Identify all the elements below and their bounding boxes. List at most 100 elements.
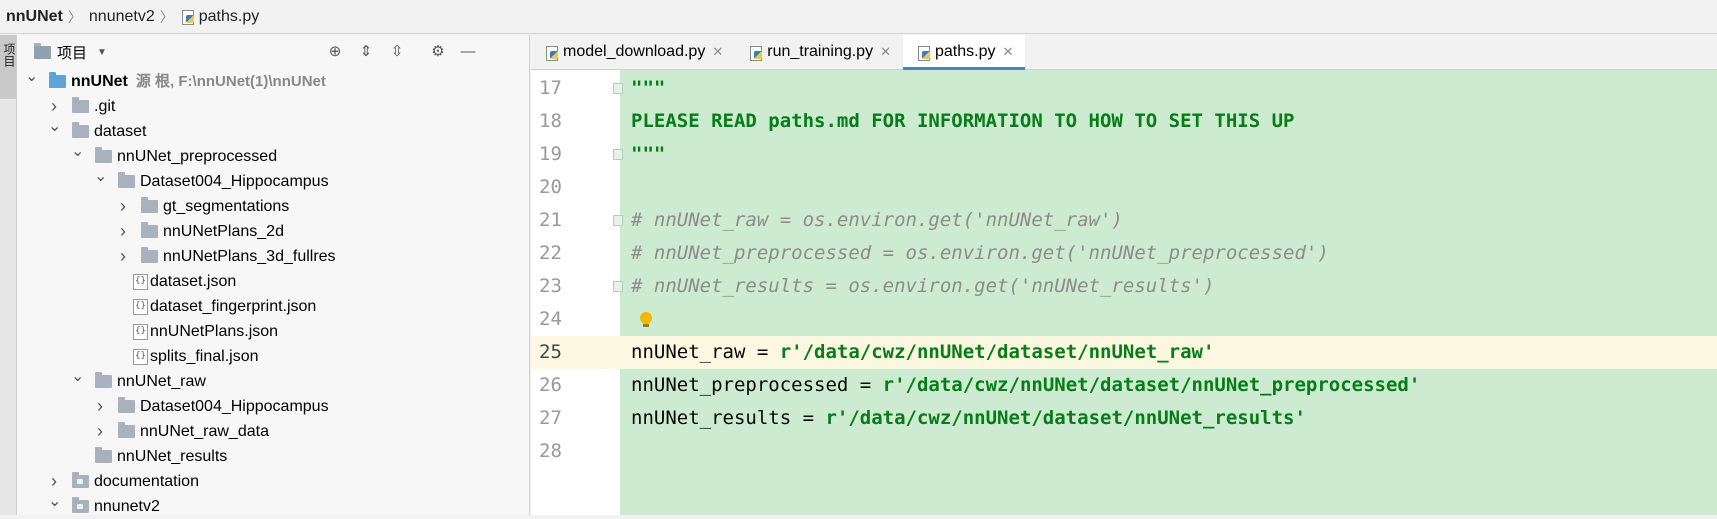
line-number: 17 — [539, 77, 562, 99]
package-folder-icon — [72, 472, 89, 488]
project-tree: ⌄ nnUNet 源 根, F:\nnUNet(1)\nnUNet › .git ⌄ dat… — [17, 68, 530, 519]
code-line[interactable]: 21 # nnUNet_raw = os.environ.get('nnUNet_… — [531, 204, 1717, 237]
tree-item[interactable]: › gt_segmentations — [17, 194, 530, 219]
chevron-down-icon[interactable]: ⌄ — [25, 64, 38, 89]
close-icon[interactable]: ✕ — [880, 44, 891, 60]
code-line[interactable]: 17 """ — [531, 72, 1717, 105]
fold-marker-icon[interactable] — [613, 149, 623, 160]
chevron-down-icon[interactable]: ⌄ — [94, 164, 107, 189]
code-line[interactable]: 24 — [531, 303, 1717, 336]
locate-icon[interactable]: ⊕ — [325, 42, 345, 62]
tree-item[interactable]: › documentation — [17, 469, 530, 494]
code-line[interactable]: 26 nnUNet_preprocessed = r'/data/cwz/nnUN… — [531, 369, 1717, 402]
folder-icon — [95, 447, 112, 463]
line-number: 18 — [539, 110, 562, 132]
editor-tab[interactable]: paths.py ✕ — [902, 35, 1026, 70]
fold-marker-icon[interactable] — [613, 215, 623, 226]
line-number: 20 — [539, 176, 562, 198]
code-text: # nnUNet_raw = os.environ.get('nnUNet_ra… — [631, 209, 1123, 231]
chevron-down-icon[interactable]: ⌄ — [71, 364, 84, 389]
tree-item[interactable]: nnUNet_results — [17, 444, 530, 469]
python-file-icon — [545, 45, 559, 61]
tree-item[interactable]: ⌄ nnUNet_raw — [17, 368, 530, 394]
code-line[interactable]: 28 — [531, 435, 1717, 468]
chevron-right-icon[interactable]: › — [117, 219, 129, 244]
project-panel: 项目 ▼ ⊕ ⇕ ⇳ ⚙ — ⌄ nnUNet 源 根, F:\nnUNet(1)\… — [17, 35, 530, 515]
minimize-icon[interactable]: — — [458, 42, 478, 62]
code-text: nnUNet_results = r'/data/cwz/nnUNet/data… — [631, 402, 1306, 435]
tree-item[interactable]: ⌄ dataset — [17, 118, 530, 144]
tree-item[interactable]: › nnUNetPlans_3d_fullres — [17, 244, 530, 269]
code-line[interactable]: 18 PLEASE READ paths.md FOR INFORMATION T… — [531, 105, 1717, 138]
python-file-icon — [181, 9, 195, 25]
folder-icon — [141, 222, 158, 238]
tree-item[interactable]: › .git — [17, 94, 530, 119]
tree-item-label: nnUNet_raw_data — [140, 423, 269, 440]
tree-item[interactable]: {} nnUNetPlans.json — [17, 319, 530, 344]
editor-tab-bar: model_download.py ✕ run_training.py ✕ paths.… — [531, 35, 1717, 70]
folder-icon — [72, 97, 89, 113]
line-number: 28 — [539, 440, 562, 462]
breadcrumb-project[interactable]: nnUNet — [6, 8, 63, 26]
lightbulb-icon[interactable] — [640, 312, 652, 327]
code-line[interactable]: 25 nnUNet_raw = r'/data/cwz/nnUNet/datase… — [531, 336, 1717, 369]
breadcrumb-folder[interactable]: nnunetv2 — [89, 8, 155, 26]
code-text: """ — [631, 143, 666, 165]
tree-item[interactable]: {} dataset_fingerprint.json — [17, 294, 530, 319]
json-file-icon: {} — [133, 274, 148, 290]
chevron-down-icon[interactable]: ⌄ — [48, 114, 61, 139]
tree-item[interactable]: ⌄ Dataset004_Hippocampus — [17, 168, 530, 194]
folder-icon — [118, 172, 135, 188]
project-tool-tab[interactable]: 项目 — [0, 35, 16, 99]
chevron-down-icon[interactable]: ⌄ — [71, 139, 84, 164]
code-editor[interactable]: 17 """ 18 PLEASE READ paths.md FOR INFORMAT… — [531, 70, 1717, 515]
tree-item[interactable]: ⌄ nnunetv2 — [17, 493, 530, 519]
chevron-right-icon[interactable]: › — [117, 194, 129, 219]
json-file-icon: {} — [133, 349, 148, 365]
package-folder-icon — [72, 497, 89, 513]
chevron-right-icon[interactable]: › — [94, 394, 106, 419]
project-view-icon — [34, 42, 51, 59]
code-line[interactable]: 22 # nnUNet_preprocessed = os.environ.get… — [531, 237, 1717, 270]
tree-item[interactable]: › Dataset004_Hippocampus — [17, 394, 530, 419]
code-identifier: nnUNet_preprocessed = — [631, 374, 883, 396]
tree-item[interactable]: ⌄ nnUNet 源 根, F:\nnUNet(1)\nnUNet — [17, 68, 530, 94]
line-number: 22 — [539, 242, 562, 264]
code-text: """ — [631, 77, 666, 99]
code-line[interactable]: 23 # nnUNet_results = os.environ.get('nnU… — [531, 270, 1717, 303]
close-icon[interactable]: ✕ — [712, 44, 723, 60]
editor-tab[interactable]: model_download.py ✕ — [531, 35, 735, 69]
close-icon[interactable]: ✕ — [1002, 44, 1013, 60]
editor-tab-label: paths.py — [934, 43, 996, 60]
tree-item[interactable]: {} dataset.json — [17, 269, 530, 294]
chevron-down-icon[interactable]: ▼ — [97, 47, 107, 58]
code-line[interactable]: 27 nnUNet_results = r'/data/cwz/nnUNet/da… — [531, 402, 1717, 435]
tree-item-label: splits_final.json — [150, 348, 259, 365]
chevron-right-icon: 〉 — [67, 8, 82, 25]
collapse-all-icon[interactable]: ⇳ — [387, 42, 407, 62]
gear-icon[interactable]: ⚙ — [428, 42, 448, 62]
code-text: PLEASE READ paths.md FOR INFORMATION TO … — [631, 110, 1295, 132]
fold-marker-icon[interactable] — [613, 83, 623, 94]
tree-item-label: dataset_fingerprint.json — [150, 298, 317, 315]
tree-item[interactable]: › nnUNetPlans_2d — [17, 219, 530, 244]
tree-item-label: nnUNet_results — [117, 448, 228, 465]
chevron-down-icon[interactable]: ⌄ — [48, 489, 61, 514]
fold-marker-icon[interactable] — [613, 281, 623, 292]
editor-tab[interactable]: run_training.py ✕ — [735, 35, 903, 69]
tree-item[interactable]: {} splits_final.json — [17, 344, 530, 369]
tree-item[interactable]: › nnUNet_raw_data — [17, 419, 530, 444]
expand-all-icon[interactable]: ⇕ — [356, 42, 376, 62]
line-number: 19 — [539, 143, 562, 165]
line-number: 25 — [539, 341, 562, 363]
breadcrumb-file[interactable]: paths.py — [199, 8, 259, 26]
code-text: nnUNet_raw = r'/data/cwz/nnUNet/dataset/… — [631, 336, 1214, 369]
code-line[interactable]: 20 — [531, 171, 1717, 204]
tree-item-label: documentation — [94, 473, 199, 490]
chevron-right-icon[interactable]: › — [94, 419, 106, 444]
chevron-right-icon[interactable]: › — [117, 244, 129, 269]
project-panel-title[interactable]: 项目 — [57, 42, 87, 63]
code-line[interactable]: 19 """ — [531, 138, 1717, 171]
folder-icon — [95, 147, 112, 163]
json-file-icon: {} — [133, 324, 148, 340]
